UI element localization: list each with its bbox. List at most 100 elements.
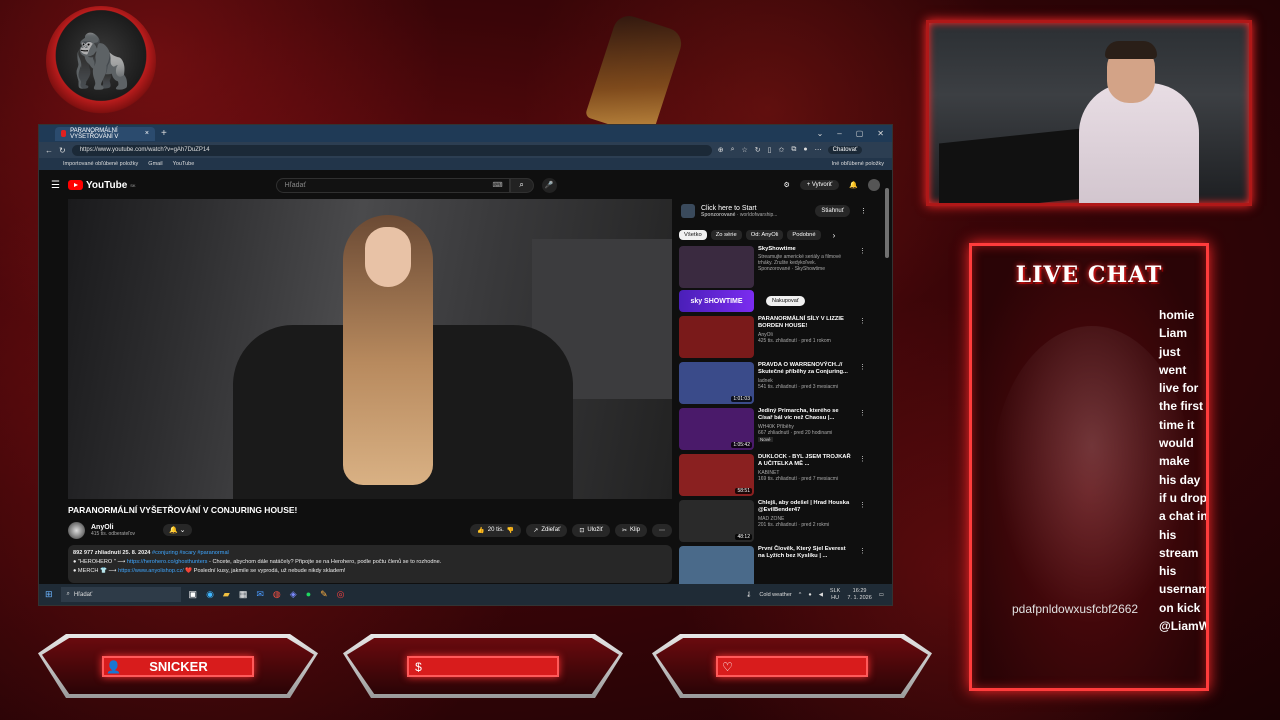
avatar[interactable] [868, 179, 880, 191]
task-view-icon[interactable]: ▣ [189, 589, 198, 600]
url-field[interactable]: https://www.youtube.com/watch?v=gAh7DuZP… [71, 144, 712, 156]
rec-thumbnail[interactable] [679, 246, 754, 288]
rec-item[interactable]: 58:51 DUKLOCK - BYL JSEM TROJKAŘ A UČITE… [679, 454, 869, 496]
file-explorer-icon[interactable]: ▰ [223, 589, 230, 600]
thumbs-down-icon[interactable]: 👎 [507, 527, 514, 534]
bookmark-other[interactable]: Iné obľúbené položky [832, 161, 892, 167]
new-tab-button[interactable]: + [161, 128, 167, 139]
rec-more-icon[interactable]: ⋮ [859, 409, 866, 417]
clip-button[interactable]: ✂ Klip [614, 523, 647, 537]
zoom-icon[interactable]: ⌕ [731, 146, 735, 154]
favorites-icon[interactable]: ✩ [779, 146, 785, 154]
edge-icon[interactable]: ◉ [206, 589, 214, 600]
video-player[interactable] [68, 199, 672, 499]
rec-thumbnail[interactable]: 1:01:03 [679, 362, 754, 404]
rec-title[interactable]: SkyShowtime [758, 246, 853, 253]
chrome-icon[interactable]: ◍ [273, 589, 281, 600]
weather-text[interactable]: Cold weather [759, 592, 791, 598]
cast-icon[interactable]: ⚙ [783, 181, 789, 189]
keyboard-icon[interactable]: ⌨ [493, 181, 503, 189]
rec-item[interactable]: První Člověk, Který Sjel Everest na Lyží… [679, 546, 869, 584]
search-input[interactable]: Hľadať ⌨ [275, 177, 510, 193]
save-button[interactable]: ⊡ Uložiť [572, 523, 610, 537]
page-scrollbar[interactable] [885, 188, 889, 258]
bookmark-imported[interactable]: Importované obľúbené položky [63, 161, 138, 167]
maximize-button[interactable]: ▢ [856, 129, 864, 138]
skyshowtime-banner[interactable]: sky SHOWTIME [679, 290, 754, 312]
rec-thumbnail[interactable]: 1:05:42 [679, 408, 754, 450]
translate-icon[interactable]: ⊕ [718, 146, 724, 154]
app-icon[interactable]: ✎ [320, 589, 328, 600]
taskbar-search[interactable]: ⌕ Hľadať [60, 587, 181, 602]
language-indicator[interactable]: SLK HU [830, 588, 840, 602]
minimize-button[interactable]: – [837, 129, 841, 138]
rec-thumbnail[interactable]: 58:51 [679, 454, 754, 496]
chip-channel[interactable]: Od: AnyOli [745, 230, 784, 240]
rec-title[interactable]: Chlejš, aby odešel | Hrad Houska @EvilBe… [758, 500, 853, 515]
rec-title[interactable]: PRAVDA O WARRENOVÝCH..// Skutečné příběh… [758, 362, 853, 377]
bookmark-youtube[interactable]: YouTube [173, 161, 195, 167]
windows-start-icon[interactable]: ⊞ [45, 589, 53, 600]
youtube-logo[interactable]: YouTube SK [67, 180, 136, 191]
subscription-bell-button[interactable]: 🔔 ⌄ [163, 524, 192, 536]
rec-title[interactable]: DUKLOCK - BYL JSEM TROJKAŘ A UČITELKA MĚ… [758, 454, 853, 469]
clock[interactable]: 16:29 7. 1. 2026 [847, 588, 871, 602]
herohero-link[interactable]: https://herohero.co/ghosthunters [127, 559, 208, 565]
rec-more-icon[interactable]: ⋮ [859, 317, 866, 325]
tab-list-button[interactable]: ⌄ [817, 129, 824, 138]
rec-item[interactable]: 48:12 Chlejš, aby odešel | Hrad Houska @… [679, 500, 869, 542]
copilot-chat-button[interactable]: Chatovať [827, 146, 863, 154]
close-window-button[interactable]: ✕ [877, 129, 884, 138]
mic-tray-icon[interactable]: ● [808, 592, 811, 598]
channel-avatar[interactable] [68, 521, 85, 539]
like-button[interactable]: 👍 20 tis. 👎 [470, 523, 522, 537]
speaker-icon[interactable]: ◀ [819, 592, 823, 598]
rec-more-icon[interactable]: ⋮ [859, 455, 866, 463]
chip-all[interactable]: Všetko [679, 230, 707, 240]
profile-icon[interactable]: ● [803, 146, 807, 154]
voice-search-button[interactable]: 🎤 [541, 177, 557, 193]
rec-title[interactable]: První Člověk, Který Sjel Everest na Lyží… [758, 546, 853, 561]
rec-thumbnail[interactable]: 48:12 [679, 500, 754, 542]
notification-icon[interactable]: ▭ [879, 592, 884, 598]
menu-icon[interactable]: ☰ [51, 180, 60, 191]
notifications-icon[interactable]: 🔔 [849, 181, 858, 189]
spotify-icon[interactable]: ● [306, 589, 311, 600]
rec-title[interactable]: Jediný Primarcha, kterého se Císař bál v… [758, 408, 853, 423]
back-icon[interactable]: ← [45, 146, 53, 155]
search-button[interactable]: ⌕ [509, 177, 534, 193]
more-actions-button[interactable]: ⋯ [652, 523, 672, 537]
create-button[interactable]: + Vytvoriť [799, 180, 840, 190]
rec-item[interactable]: 1:05:42 Jediný Primarcha, kterého se Cís… [679, 408, 869, 450]
rec-more-icon[interactable]: ⋮ [859, 363, 866, 371]
tab-close-icon[interactable]: × [145, 130, 149, 137]
rec-thumbnail[interactable] [679, 546, 754, 584]
rec-title[interactable]: PARANORMÁLNÍ SÍLY V LIZZIE BORDEN HOUSE! [758, 316, 853, 331]
tray-chevron-icon[interactable]: ^ [799, 592, 802, 598]
reload-icon[interactable]: ↻ [59, 146, 66, 155]
rec-item[interactable]: PARANORMÁLNÍ SÍLY V LIZZIE BORDEN HOUSE!… [679, 316, 869, 358]
ad-card[interactable]: Click here to Start Sponzorované · world… [679, 198, 869, 224]
bookmark-gmail[interactable]: Gmail [148, 161, 162, 167]
refresh-icon[interactable]: ↻ [755, 146, 761, 154]
rec-more-icon[interactable]: ⋮ [859, 247, 866, 255]
browser-tab[interactable]: PARANORMÁLNÍ VYŠETŘOVÁNÍ V × [55, 126, 155, 141]
rec-item[interactable]: SkyShowtime Streamujte americké seriály … [679, 246, 869, 288]
collections-icon[interactable]: ⧉ [791, 146, 796, 154]
rec-thumbnail[interactable] [679, 316, 754, 358]
buy-button[interactable]: Nakupovať [766, 296, 805, 306]
rec-more-icon[interactable]: ⋮ [859, 501, 866, 509]
share-button[interactable]: ↗ Zdieľať [526, 523, 568, 537]
ad-more-icon[interactable]: ⋮ [860, 207, 867, 215]
more-icon[interactable]: ⋯ [815, 146, 822, 154]
discord-icon[interactable]: ◈ [290, 589, 297, 600]
download-button[interactable]: Stiahnuť [815, 205, 850, 217]
rec-item[interactable]: 1:01:03 PRAVDA O WARRENOVÝCH..// Skutečn… [679, 362, 869, 404]
obs-icon[interactable]: ◎ [337, 589, 345, 600]
favorite-star-icon[interactable]: ☆ [742, 146, 748, 154]
video-description[interactable]: 892 977 zhliadnutí 25. 8. 2024 #conjurin… [68, 545, 672, 583]
split-screen-icon[interactable]: ▯ [768, 146, 772, 154]
description-tags[interactable]: #conjuring #scary #paranormal [152, 550, 229, 556]
chip-similar[interactable]: Podobné [787, 230, 821, 240]
mail-icon[interactable]: ✉ [256, 589, 264, 600]
